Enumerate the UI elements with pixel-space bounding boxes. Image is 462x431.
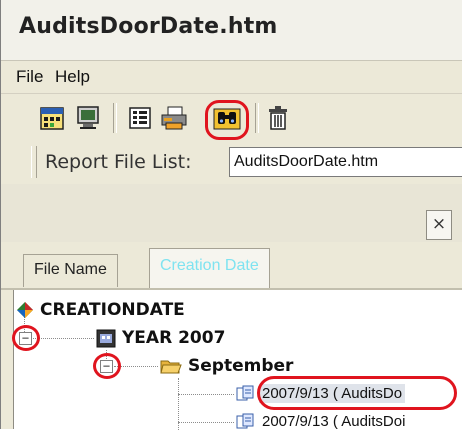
tree-connector <box>178 422 234 423</box>
highlight-circle <box>205 100 249 140</box>
report-file-list-field[interactable]: AuditsDoorDate.htm <box>229 147 462 177</box>
close-panel-button[interactable]: × <box>426 210 452 240</box>
toolbar-separator <box>113 103 117 133</box>
highlight-circle <box>93 353 121 379</box>
menu-file[interactable]: File <box>16 67 43 87</box>
calendar-icon <box>40 107 64 130</box>
tab-file-name[interactable]: File Name <box>23 254 118 287</box>
tree-file-label: 2007/9/13 ( AuditsDoi <box>262 413 406 430</box>
menu-bar: File Help <box>1 61 462 94</box>
app-window: AuditsDoorDate.htm File Help Report File… <box>0 0 462 431</box>
tree-node-month[interactable]: September <box>160 356 293 376</box>
tree-node-root[interactable]: CREATIONDATE <box>16 300 185 320</box>
monitor-icon <box>77 106 99 129</box>
tree-year-label: YEAR 2007 <box>122 328 226 348</box>
menu-help[interactable]: Help <box>55 67 90 87</box>
tree-file-item[interactable]: 2007/9/13 ( AuditsDoi <box>236 412 408 431</box>
date-tree: CREATIONDATE − YEAR 2007 − September 200… <box>12 290 462 431</box>
list-icon <box>129 107 151 129</box>
document-icon <box>236 385 254 400</box>
monitor-button[interactable] <box>73 103 103 133</box>
print-icon <box>161 106 187 130</box>
tree-connector <box>178 394 234 395</box>
toolbar-separator-2 <box>255 103 259 133</box>
tab-creation-date[interactable]: Creation Date <box>149 248 270 288</box>
delete-icon <box>269 106 287 130</box>
report-file-list-label: Report File List: <box>45 151 192 173</box>
highlight-oval <box>257 376 457 410</box>
panel-header <box>1 184 462 242</box>
tab-strip: File Name Creation Date <box>1 244 462 290</box>
list-view-button[interactable] <box>125 103 155 133</box>
report-file-list-bar: Report File List: AuditsDoorDate.htm <box>1 142 462 182</box>
title-bar: AuditsDoorDate.htm <box>1 0 462 61</box>
toolbar-grip <box>31 146 37 178</box>
database-icon <box>17 302 33 318</box>
tree-root-label: CREATIONDATE <box>40 300 185 320</box>
tree-node-year[interactable]: YEAR 2007 <box>96 328 225 348</box>
print-button[interactable] <box>159 103 189 133</box>
window-title: AuditsDoorDate.htm <box>19 14 278 39</box>
delete-button[interactable] <box>263 103 293 133</box>
tree-month-label: September <box>188 356 294 376</box>
folder-open-icon <box>160 360 182 374</box>
calendar-button[interactable] <box>37 103 67 133</box>
calendar-icon <box>96 329 116 348</box>
highlight-circle <box>12 325 40 351</box>
document-icon <box>236 413 254 428</box>
